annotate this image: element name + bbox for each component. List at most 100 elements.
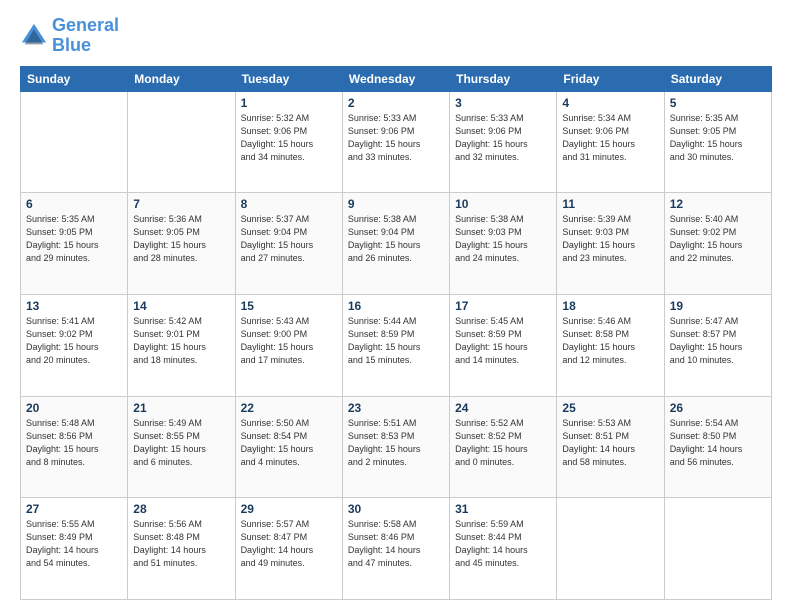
day-info: Sunrise: 5:45 AM Sunset: 8:59 PM Dayligh…	[455, 315, 551, 367]
day-number: 28	[133, 502, 229, 516]
calendar-cell: 3 Sunrise: 5:33 AM Sunset: 9:06 PM Daylig…	[450, 91, 557, 193]
calendar-cell: 26 Sunrise: 5:54 AM Sunset: 8:50 PM Dayli…	[664, 396, 771, 498]
calendar-cell: 14Sunrise: 5:42 AM Sunset: 9:01 PM Dayli…	[128, 294, 235, 396]
day-number: 29	[241, 502, 337, 516]
weekday-header-saturday: Saturday	[664, 66, 771, 91]
day-info: Sunrise: 5:54 AM Sunset: 8:50 PM Dayligh…	[670, 417, 766, 469]
weekday-header-row: SundayMondayTuesdayWednesdayThursdayFrid…	[21, 66, 772, 91]
day-number: 16	[348, 299, 444, 313]
calendar-cell	[21, 91, 128, 193]
day-number: 22	[241, 401, 337, 415]
day-number: 1	[241, 96, 337, 110]
day-number: 27	[26, 502, 122, 516]
header: General Blue	[20, 16, 772, 56]
day-number: 31	[455, 502, 551, 516]
day-info: Sunrise: 5:36 AM Sunset: 9:05 PM Dayligh…	[133, 213, 229, 265]
day-number: 9	[348, 197, 444, 211]
calendar-cell: 2Sunrise: 5:33 AM Sunset: 9:06 PM Daylig…	[342, 91, 449, 193]
day-number: 12	[670, 197, 766, 211]
calendar-week-row: 20 Sunrise: 5:48 AM Sunset: 8:56 PM Dayli…	[21, 396, 772, 498]
day-number: 30	[348, 502, 444, 516]
day-number: 20	[26, 401, 122, 415]
day-info: Sunrise: 5:32 AM Sunset: 9:06 PM Dayligh…	[241, 112, 337, 164]
calendar-cell: 17 Sunrise: 5:45 AM Sunset: 8:59 PM Dayli…	[450, 294, 557, 396]
calendar-cell: 11 Sunrise: 5:39 AM Sunset: 9:03 PM Dayli…	[557, 193, 664, 295]
day-info: Sunrise: 5:59 AM Sunset: 8:44 PM Dayligh…	[455, 518, 551, 570]
day-info: Sunrise: 5:43 AM Sunset: 9:00 PM Dayligh…	[241, 315, 337, 367]
page: General Blue SundayMondayTuesdayWednesda…	[0, 0, 792, 612]
day-info: Sunrise: 5:34 AM Sunset: 9:06 PM Dayligh…	[562, 112, 658, 164]
day-number: 4	[562, 96, 658, 110]
day-info: Sunrise: 5:52 AM Sunset: 8:52 PM Dayligh…	[455, 417, 551, 469]
calendar-cell	[557, 498, 664, 600]
calendar-cell: 16 Sunrise: 5:44 AM Sunset: 8:59 PM Dayli…	[342, 294, 449, 396]
day-number: 17	[455, 299, 551, 313]
calendar-cell: 30Sunrise: 5:58 AM Sunset: 8:46 PM Dayli…	[342, 498, 449, 600]
day-number: 6	[26, 197, 122, 211]
day-info: Sunrise: 5:51 AM Sunset: 8:53 PM Dayligh…	[348, 417, 444, 469]
day-info: Sunrise: 5:53 AM Sunset: 8:51 PM Dayligh…	[562, 417, 658, 469]
day-number: 26	[670, 401, 766, 415]
day-info: Sunrise: 5:35 AM Sunset: 9:05 PM Dayligh…	[670, 112, 766, 164]
day-number: 23	[348, 401, 444, 415]
calendar-week-row: 1 Sunrise: 5:32 AM Sunset: 9:06 PM Daylig…	[21, 91, 772, 193]
day-info: Sunrise: 5:56 AM Sunset: 8:48 PM Dayligh…	[133, 518, 229, 570]
day-info: Sunrise: 5:44 AM Sunset: 8:59 PM Dayligh…	[348, 315, 444, 367]
calendar-cell: 24Sunrise: 5:52 AM Sunset: 8:52 PM Dayli…	[450, 396, 557, 498]
day-info: Sunrise: 5:57 AM Sunset: 8:47 PM Dayligh…	[241, 518, 337, 570]
calendar-cell	[664, 498, 771, 600]
calendar-cell: 12 Sunrise: 5:40 AM Sunset: 9:02 PM Dayli…	[664, 193, 771, 295]
day-info: Sunrise: 5:47 AM Sunset: 8:57 PM Dayligh…	[670, 315, 766, 367]
day-info: Sunrise: 5:41 AM Sunset: 9:02 PM Dayligh…	[26, 315, 122, 367]
calendar-cell: 29 Sunrise: 5:57 AM Sunset: 8:47 PM Dayli…	[235, 498, 342, 600]
calendar-cell: 28 Sunrise: 5:56 AM Sunset: 8:48 PM Dayli…	[128, 498, 235, 600]
calendar-cell: 21 Sunrise: 5:49 AM Sunset: 8:55 PM Dayli…	[128, 396, 235, 498]
calendar-cell: 6 Sunrise: 5:35 AM Sunset: 9:05 PM Daylig…	[21, 193, 128, 295]
calendar-cell: 4 Sunrise: 5:34 AM Sunset: 9:06 PM Daylig…	[557, 91, 664, 193]
logo-text: General Blue	[52, 16, 119, 56]
calendar-cell: 27 Sunrise: 5:55 AM Sunset: 8:49 PM Dayli…	[21, 498, 128, 600]
day-number: 21	[133, 401, 229, 415]
calendar-cell: 22 Sunrise: 5:50 AM Sunset: 8:54 PM Dayli…	[235, 396, 342, 498]
calendar-cell: 5 Sunrise: 5:35 AM Sunset: 9:05 PM Daylig…	[664, 91, 771, 193]
calendar-cell: 1 Sunrise: 5:32 AM Sunset: 9:06 PM Daylig…	[235, 91, 342, 193]
weekday-header-thursday: Thursday	[450, 66, 557, 91]
day-info: Sunrise: 5:42 AM Sunset: 9:01 PM Dayligh…	[133, 315, 229, 367]
weekday-header-tuesday: Tuesday	[235, 66, 342, 91]
day-info: Sunrise: 5:35 AM Sunset: 9:05 PM Dayligh…	[26, 213, 122, 265]
day-info: Sunrise: 5:50 AM Sunset: 8:54 PM Dayligh…	[241, 417, 337, 469]
calendar-cell: 31 Sunrise: 5:59 AM Sunset: 8:44 PM Dayli…	[450, 498, 557, 600]
day-info: Sunrise: 5:48 AM Sunset: 8:56 PM Dayligh…	[26, 417, 122, 469]
day-number: 7	[133, 197, 229, 211]
day-number: 8	[241, 197, 337, 211]
day-number: 18	[562, 299, 658, 313]
calendar-cell: 7 Sunrise: 5:36 AM Sunset: 9:05 PM Daylig…	[128, 193, 235, 295]
weekday-header-friday: Friday	[557, 66, 664, 91]
calendar-cell: 13Sunrise: 5:41 AM Sunset: 9:02 PM Dayli…	[21, 294, 128, 396]
calendar-table: SundayMondayTuesdayWednesdayThursdayFrid…	[20, 66, 772, 600]
day-info: Sunrise: 5:46 AM Sunset: 8:58 PM Dayligh…	[562, 315, 658, 367]
day-number: 19	[670, 299, 766, 313]
day-info: Sunrise: 5:39 AM Sunset: 9:03 PM Dayligh…	[562, 213, 658, 265]
day-number: 5	[670, 96, 766, 110]
day-number: 3	[455, 96, 551, 110]
calendar-cell: 18 Sunrise: 5:46 AM Sunset: 8:58 PM Dayli…	[557, 294, 664, 396]
weekday-header-monday: Monday	[128, 66, 235, 91]
day-number: 15	[241, 299, 337, 313]
logo-icon	[20, 22, 48, 50]
day-number: 11	[562, 197, 658, 211]
weekday-header-sunday: Sunday	[21, 66, 128, 91]
calendar-cell: 10Sunrise: 5:38 AM Sunset: 9:03 PM Dayli…	[450, 193, 557, 295]
day-info: Sunrise: 5:33 AM Sunset: 9:06 PM Dayligh…	[455, 112, 551, 164]
calendar-cell: 19 Sunrise: 5:47 AM Sunset: 8:57 PM Dayli…	[664, 294, 771, 396]
weekday-header-wednesday: Wednesday	[342, 66, 449, 91]
day-info: Sunrise: 5:38 AM Sunset: 9:03 PM Dayligh…	[455, 213, 551, 265]
calendar-cell: 15 Sunrise: 5:43 AM Sunset: 9:00 PM Dayli…	[235, 294, 342, 396]
calendar-cell: 20 Sunrise: 5:48 AM Sunset: 8:56 PM Dayli…	[21, 396, 128, 498]
calendar-cell: 8Sunrise: 5:37 AM Sunset: 9:04 PM Daylig…	[235, 193, 342, 295]
day-info: Sunrise: 5:33 AM Sunset: 9:06 PM Dayligh…	[348, 112, 444, 164]
day-info: Sunrise: 5:40 AM Sunset: 9:02 PM Dayligh…	[670, 213, 766, 265]
day-info: Sunrise: 5:49 AM Sunset: 8:55 PM Dayligh…	[133, 417, 229, 469]
day-info: Sunrise: 5:55 AM Sunset: 8:49 PM Dayligh…	[26, 518, 122, 570]
calendar-cell: 9Sunrise: 5:38 AM Sunset: 9:04 PM Daylig…	[342, 193, 449, 295]
